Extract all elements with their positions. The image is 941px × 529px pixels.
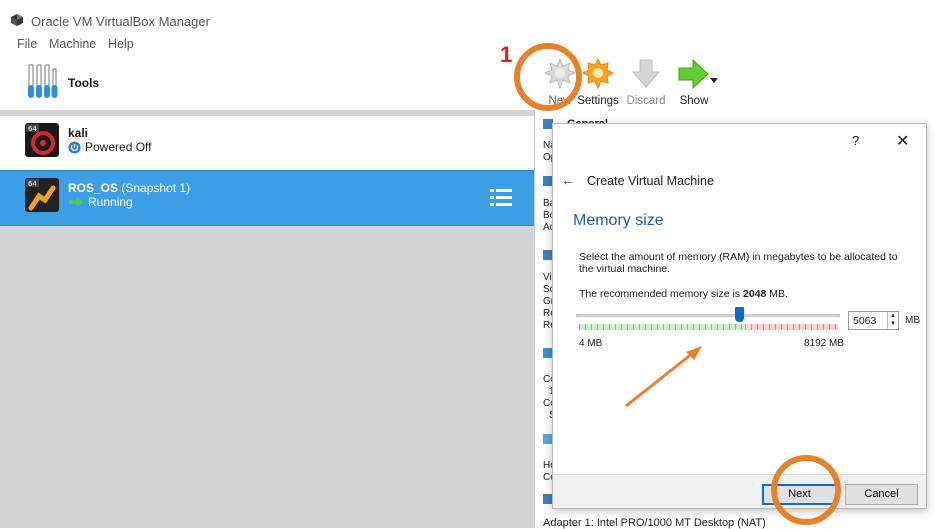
close-button[interactable]: ✕ (896, 131, 909, 151)
tools-icon (28, 64, 58, 98)
memory-slider-thumb[interactable] (735, 307, 745, 322)
vm-item-kali[interactable]: 64 kali Powered Off (0, 116, 534, 172)
vm-name: kali (68, 126, 89, 140)
detail-fragment: Vi (543, 272, 552, 283)
svg-text:64: 64 (28, 125, 37, 133)
cancel-button[interactable]: Cancel (845, 484, 918, 505)
virtualbox-logo-icon (11, 14, 23, 26)
back-arrow-icon[interactable]: ← (561, 172, 575, 188)
recommended-memory-value: 2048 (742, 288, 767, 300)
tools-label: Tools (68, 76, 100, 90)
recommended-memory-text: The recommended memory size is 2048 MB. (579, 288, 788, 300)
spin-arrows-icon[interactable]: ▲ ▼ (887, 312, 898, 329)
discard-arrow-icon (631, 59, 661, 88)
ubuntu-os-icon: 64 (25, 178, 59, 212)
vm-name: ROS_OS (Snapshot 1) (68, 181, 191, 195)
main-toolbar: New Settings Discard Show (534, 56, 941, 110)
tools-item[interactable]: Tools (0, 56, 534, 110)
menu-file[interactable]: File (17, 37, 37, 51)
vm-item-ros-os[interactable]: 64 ROS_OS (Snapshot 1) Running (0, 170, 534, 226)
menu-machine[interactable]: Machine (49, 37, 96, 51)
memory-slider-track[interactable] (576, 314, 840, 317)
slider-max-label: 8192 MB (804, 338, 845, 349)
vm-status: Powered Off (68, 140, 151, 154)
menu-help[interactable]: Help (108, 37, 134, 51)
slider-min-label: 4 MB (579, 338, 603, 349)
page-heading: Memory size (573, 212, 664, 229)
show-dropdown-chevron-icon[interactable] (710, 78, 718, 84)
help-button[interactable]: ? (852, 133, 859, 148)
window-title: Oracle VM VirtualBox Manager (31, 14, 210, 29)
settings-button[interactable]: Settings (572, 57, 624, 107)
network-adapter-text: Adapter 1: Intel PRO/1000 MT Desktop (NA… (543, 517, 766, 529)
memory-unit-label: MB (905, 315, 920, 326)
memory-size-value[interactable]: 5063 (849, 315, 887, 327)
dialog-title: Create Virtual Machine (587, 174, 714, 188)
power-off-icon (68, 141, 81, 153)
vm-list-pane: Tools 64 kali Powered Off 64 ROS_OS (Sna… (0, 56, 534, 528)
next-button[interactable]: Next (762, 484, 837, 505)
slider-safe-range (579, 324, 745, 330)
memory-description: Select the amount of memory (RAM) in meg… (579, 251, 898, 275)
debian-os-icon: 64 (25, 123, 59, 157)
memory-size-input[interactable]: 5063 ▲ ▼ (848, 311, 899, 330)
discard-button[interactable]: Discard (620, 58, 672, 107)
title-bar: Oracle VM VirtualBox Manager (0, 0, 941, 40)
vm-status: Running (68, 195, 133, 209)
create-vm-dialog: ? ✕ ← Create Virtual Machine Memory size… (552, 123, 927, 509)
vm-details-menu-icon[interactable] (490, 187, 512, 209)
dialog-footer: Next Cancel (553, 474, 926, 508)
slider-unsafe-range (745, 324, 838, 330)
running-arrow-icon (69, 197, 83, 207)
settings-gear-icon (581, 57, 615, 90)
show-arrow-icon (678, 58, 709, 90)
svg-text:64: 64 (28, 180, 37, 188)
